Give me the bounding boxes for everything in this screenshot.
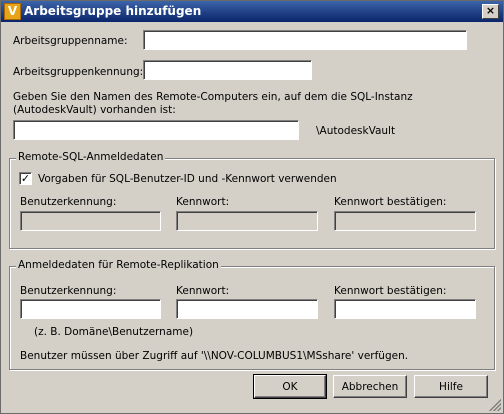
sql-password-label: Kennwort: — [176, 196, 230, 208]
sql-password-input[interactable] — [176, 211, 318, 231]
cancel-button[interactable]: Abbrechen — [333, 375, 407, 398]
help-button[interactable]: Hilfe — [414, 375, 488, 398]
sql-user-input[interactable] — [20, 211, 161, 231]
workgroup-id-input[interactable] — [143, 60, 312, 80]
replication-user-label: Benutzerkennung: — [20, 285, 117, 297]
dialog-window: V Arbeitsgruppe hinzufügen × Arbeitsgrup… — [0, 0, 504, 414]
ok-button[interactable]: OK — [253, 374, 327, 399]
remote-computer-input[interactable] — [13, 120, 299, 140]
username-format-hint: (z. B. Domäne\Benutzername) — [34, 326, 194, 338]
sql-confirm-password-input[interactable] — [334, 211, 476, 231]
close-icon[interactable]: × — [482, 4, 499, 19]
remote-sql-group-title: Remote-SQL-Anmeldedaten — [16, 151, 166, 163]
replication-user-input[interactable] — [20, 299, 161, 319]
use-default-sql-credentials-label[interactable]: Vorgaben für SQL-Benutzer-ID und -Kennwo… — [38, 173, 337, 185]
replication-confirm-password-label: Kennwort bestätigen: — [334, 285, 447, 297]
replication-confirm-password-input[interactable] — [334, 299, 476, 319]
use-default-sql-credentials-checkbox[interactable]: ✓ — [19, 172, 32, 185]
dialog-title: Arbeitsgruppe hinzufügen — [24, 4, 202, 18]
share-access-note: Benutzer müssen über Zugriff auf '\\NOV-… — [20, 350, 409, 362]
replication-password-input[interactable] — [176, 299, 318, 319]
sql-confirm-password-label: Kennwort bestätigen: — [334, 196, 447, 208]
title-bar[interactable]: V Arbeitsgruppe hinzufügen × — [1, 1, 503, 22]
resize-grip-icon[interactable] — [489, 399, 501, 411]
replication-password-label: Kennwort: — [176, 285, 230, 297]
workgroup-name-label: Arbeitsgruppenname: — [13, 35, 128, 47]
workgroup-name-input[interactable] — [143, 30, 467, 50]
remote-computer-instructions: Geben Sie den Namen des Remote-Computers… — [13, 91, 413, 116]
instance-suffix-label: \AutodeskVault — [316, 125, 396, 137]
vault-app-icon: V — [4, 3, 21, 20]
workgroup-id-label: Arbeitsgruppenkennung: — [13, 66, 144, 78]
sql-user-label: Benutzerkennung: — [20, 196, 117, 208]
replication-group-title: Anmeldedaten für Remote-Replikation — [16, 259, 221, 271]
